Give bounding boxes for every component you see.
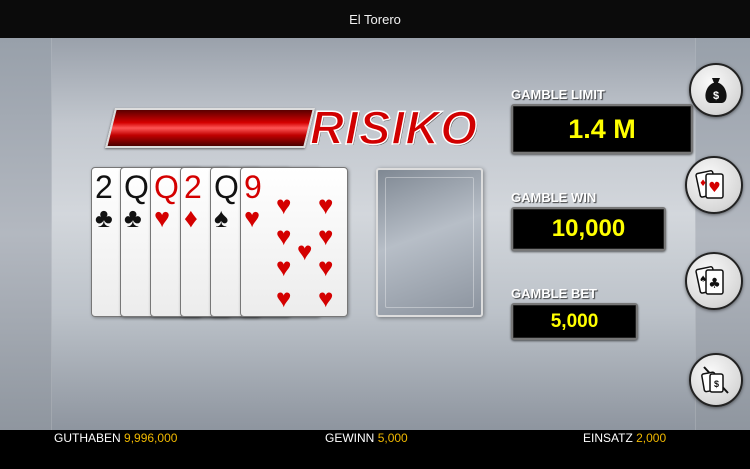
heart-pip-icon: ♥: [318, 252, 334, 282]
svg-text:$: $: [713, 90, 719, 102]
risiko-logo-text: RISIKO: [309, 101, 478, 154]
stake-value: 2,000: [636, 431, 667, 445]
card-rank: Q: [124, 169, 149, 205]
game-table: RISIKO 2 ♣ Q ♣ Q ♥ 2 ♦ Q ♠ 9 ♥ ♥ ♥ ♥ ♥ ♥…: [0, 38, 750, 430]
gamble-win-value: 10,000: [511, 207, 666, 251]
win-label: GEWINN: [325, 431, 375, 445]
history-card-latest: 9 ♥ ♥ ♥ ♥ ♥ ♥ ♥ ♥ ♥ ♥: [240, 167, 348, 317]
stake-label: EINSATZ: [583, 431, 633, 445]
gamble-limit-label: GAMBLE LIMIT: [511, 87, 605, 102]
face-down-card: [376, 168, 483, 317]
balance-display: GUTHABEN 9,996,000: [54, 430, 177, 446]
card-rank: Q: [154, 169, 179, 205]
spades-icon: ♠: [214, 203, 229, 233]
win-value: 5,000: [377, 431, 408, 445]
game-title: El Torero: [349, 11, 401, 27]
heart-pip-icon: ♥: [318, 283, 334, 313]
gamble-bet-value: 5,000: [511, 303, 638, 340]
svg-text:♠: ♠: [699, 275, 707, 285]
card-history: 2 ♣ Q ♣ Q ♥ 2 ♦ Q ♠ 9 ♥ ♥ ♥ ♥ ♥ ♥ ♥ ♥ ♥ …: [91, 167, 351, 317]
diamonds-icon: ♦: [184, 203, 198, 233]
collect-button[interactable]: $: [689, 63, 743, 117]
card-rank: 2: [184, 169, 202, 205]
heart-pip-icon: ♥: [297, 236, 313, 266]
card-rank: 2: [95, 169, 113, 205]
red-choice-button[interactable]: ♥ ♦: [685, 156, 743, 214]
status-bar: GUTHABEN 9,996,000 GEWINN 5,000 EINSATZ …: [0, 430, 750, 469]
heart-pip-icon: ♥: [318, 190, 334, 220]
balance-label: GUTHABEN: [54, 431, 121, 445]
clubs-icon: ♣: [95, 203, 113, 233]
collect-half-icon: $: [701, 366, 729, 394]
title-bar: El Torero: [0, 0, 750, 38]
svg-text:♦: ♦: [699, 179, 707, 189]
left-panel: [0, 38, 52, 430]
gamble-limit-value: 1.4 M: [511, 104, 693, 154]
black-choice-button[interactable]: ♣ ♠: [685, 252, 743, 310]
clubs-icon: ♣: [124, 203, 142, 233]
svg-text:♥: ♥: [708, 180, 721, 196]
gamble-win-label: GAMBLE WIN: [511, 190, 597, 205]
collect-half-button[interactable]: $: [689, 353, 743, 407]
gamble-bet-label: GAMBLE BET: [511, 286, 597, 301]
card-rank: 9: [244, 169, 262, 205]
heart-pip-icon: ♥: [276, 221, 292, 251]
win-display: GEWINN 5,000: [325, 430, 408, 446]
hearts-icon: ♥: [154, 203, 171, 233]
money-bag-icon: $: [705, 78, 727, 103]
red-cards-icon: ♥ ♦: [695, 170, 724, 199]
card-rank: Q: [214, 169, 239, 205]
hearts-icon: ♥: [244, 203, 261, 233]
stake-display: EINSATZ 2,000: [583, 430, 666, 446]
risiko-logo-bar: [105, 108, 315, 148]
svg-text:$: $: [714, 379, 719, 389]
svg-text:♣: ♣: [708, 276, 721, 292]
heart-pip-icon: ♥: [318, 221, 334, 251]
black-cards-icon: ♣ ♠: [695, 266, 724, 295]
heart-pip-icon: ♥: [276, 283, 292, 313]
heart-pip-icon: ♥: [276, 190, 292, 220]
balance-value: 9,996,000: [124, 431, 178, 445]
heart-pip-icon: ♥: [276, 252, 292, 282]
